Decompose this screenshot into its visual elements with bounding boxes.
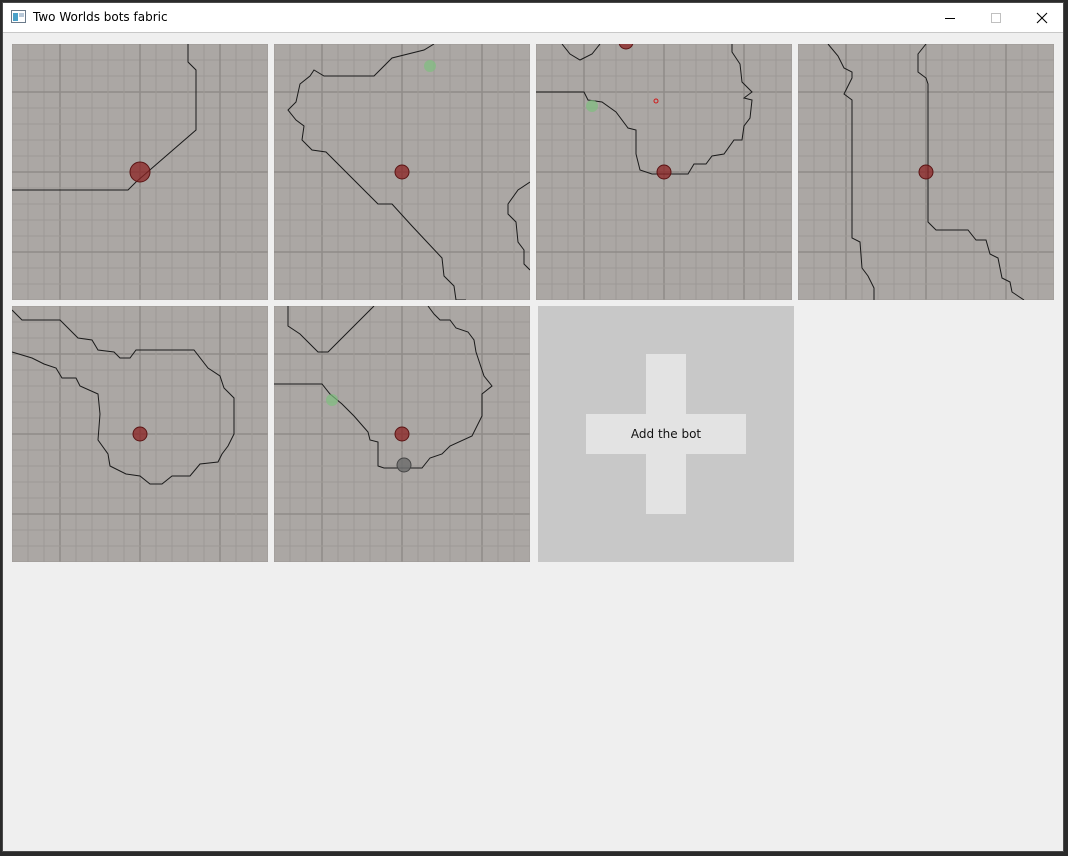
map-terrain bbox=[536, 44, 753, 180]
maximize-button[interactable] bbox=[973, 3, 1019, 32]
bot-marker bbox=[394, 426, 410, 442]
bot-map-view[interactable] bbox=[274, 44, 530, 300]
map-terrain bbox=[287, 44, 530, 300]
bot-map-view[interactable] bbox=[274, 306, 530, 562]
terrain-boundary bbox=[536, 44, 753, 175]
window-title: Two Worlds bots fabric bbox=[33, 10, 168, 24]
bot-marker bbox=[394, 164, 410, 180]
target-marker bbox=[326, 394, 338, 406]
bot-map-view[interactable] bbox=[12, 306, 268, 562]
title-bar[interactable]: Two Worlds bots fabric bbox=[3, 3, 1063, 33]
map-terrain bbox=[12, 309, 235, 485]
bot-map-view[interactable] bbox=[798, 44, 1054, 300]
inactive-bot-marker bbox=[396, 457, 412, 473]
waypoint-marker bbox=[653, 98, 659, 104]
map-terrain bbox=[827, 44, 1025, 300]
close-icon bbox=[1036, 12, 1048, 23]
bot-marker bbox=[132, 426, 148, 442]
bot-marker bbox=[918, 164, 934, 180]
terrain-boundary bbox=[827, 44, 875, 300]
terrain-boundary bbox=[507, 181, 530, 271]
terrain-boundary bbox=[561, 44, 601, 61]
map-terrain bbox=[274, 306, 493, 473]
terrain-boundary bbox=[917, 44, 1025, 300]
terrain-boundary bbox=[287, 44, 466, 300]
app-window: Two Worlds bots fabric Add the bot bbox=[2, 2, 1064, 852]
bot-marker bbox=[129, 161, 151, 183]
terrain-boundary bbox=[12, 44, 197, 191]
terrain-boundary bbox=[12, 309, 235, 485]
map-terrain bbox=[12, 44, 197, 191]
minimize-icon bbox=[945, 17, 955, 19]
target-marker bbox=[586, 100, 598, 112]
target-marker bbox=[424, 60, 436, 72]
add-bot-label: Add the bot bbox=[630, 427, 702, 441]
bot-map-view[interactable] bbox=[536, 44, 792, 300]
maximize-icon bbox=[991, 12, 1001, 23]
add-bot-button[interactable]: Add the bot bbox=[538, 306, 794, 562]
bot-map-view[interactable] bbox=[12, 44, 268, 300]
bot-marker bbox=[618, 44, 634, 50]
bot-marker bbox=[656, 164, 672, 180]
minimize-button[interactable] bbox=[927, 3, 973, 32]
terrain-boundary bbox=[274, 306, 493, 469]
terrain-boundary bbox=[287, 306, 375, 353]
app-window-icon bbox=[11, 10, 26, 23]
bots-grid: Add the bot bbox=[3, 33, 1063, 851]
close-button[interactable] bbox=[1019, 3, 1065, 32]
